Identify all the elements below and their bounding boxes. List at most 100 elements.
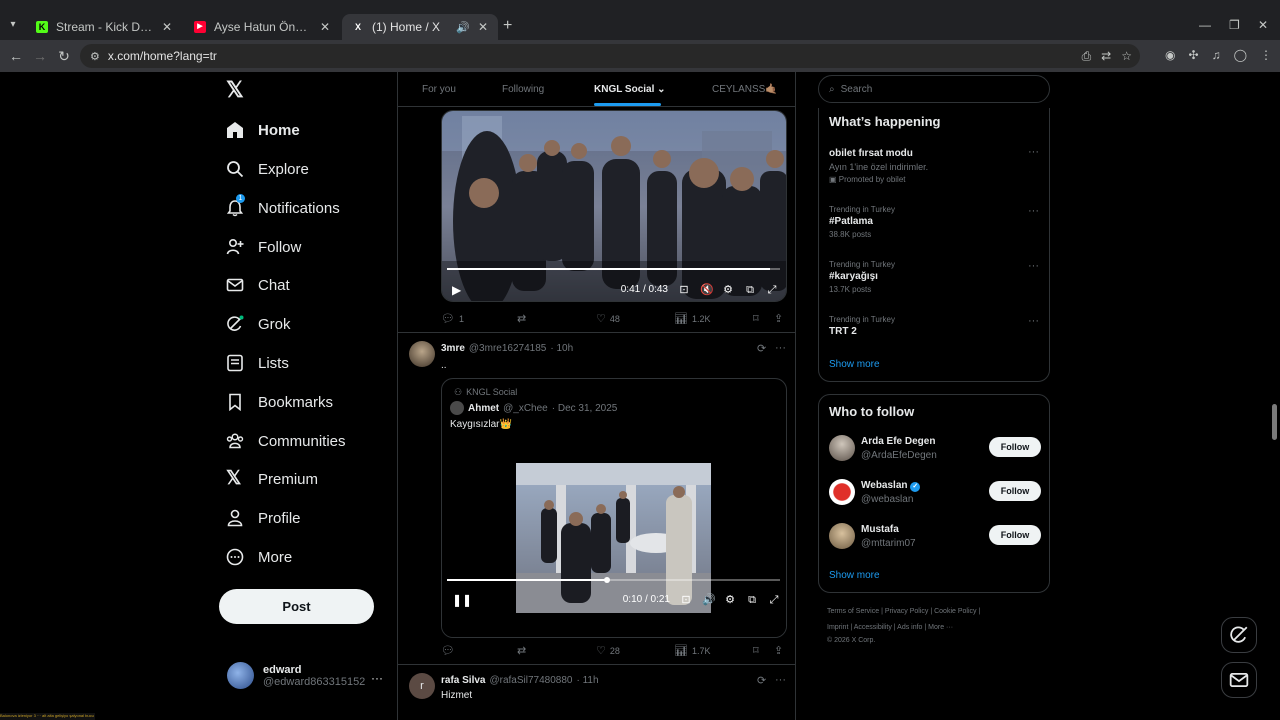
views-button[interactable]: 📊︎ 1.2K (674, 312, 710, 325)
address-bar[interactable]: ⚙ x.com/home?lang=tr ⎙ ⇄ ☆ (80, 44, 1140, 68)
tab-search-icon[interactable]: ▾ (4, 16, 22, 34)
reply-button[interactable]: 💬︎ (441, 644, 455, 657)
nav-notifications[interactable]: 1 Notifications (226, 193, 340, 223)
trend-more-icon[interactable]: ··· (1028, 205, 1039, 217)
nav-grok[interactable]: Grok (226, 309, 291, 339)
browser-tab-kick[interactable]: K Stream - Kick Dashboard ✕ (26, 14, 182, 40)
captions-icon[interactable]: ⊡ (680, 594, 692, 606)
trend-item[interactable]: Trending in Turkey #Patlama 38.8K posts … (829, 205, 1041, 239)
browser-tab-x[interactable]: X (1) Home / X 🔊 ✕ (342, 14, 498, 40)
tab-close-icon[interactable]: ✕ (320, 20, 330, 34)
nav-chat[interactable]: Chat (226, 270, 290, 300)
tweet-time[interactable]: · 11h (576, 675, 598, 686)
tweet-more-icon[interactable]: ··· (775, 342, 786, 354)
volume-icon[interactable]: 🔊 (702, 594, 716, 606)
settings-gear-icon[interactable]: ⚙ (724, 594, 736, 606)
tab-close-icon[interactable]: ✕ (478, 20, 488, 34)
follow-button[interactable]: Follow (989, 525, 1041, 545)
show-more-link[interactable]: Show more (829, 570, 880, 581)
browser-tab-youtube[interactable]: ▶ Ayse Hatun Önal - Olay - YouTube ✕ (184, 14, 340, 40)
minimize-icon[interactable]: — (1199, 18, 1211, 32)
follow-button[interactable]: Follow (989, 481, 1041, 501)
new-tab-icon[interactable]: + (503, 17, 512, 35)
nav-communities[interactable]: Communities (226, 426, 346, 456)
tab-for-you[interactable]: For you (422, 84, 456, 95)
tweet-author-name[interactable]: 3mre (441, 343, 465, 354)
tweet-video-1[interactable]: ▶ 0:41 / 0:43 ⊡ 🔇 ⚙ ⧉ ⤢ (441, 110, 787, 302)
tab-close-icon[interactable]: ✕ (162, 20, 172, 34)
media-control-icon[interactable]: ♫ (1212, 48, 1221, 62)
trend-item[interactable]: Trending in Turkey TRT 2 ··· (829, 315, 1041, 337)
show-more-link[interactable]: Show more (829, 359, 880, 370)
trend-more-icon[interactable]: ··· (1028, 260, 1039, 272)
follow-suggestion[interactable]: Arda Efe Degen @ArdaEfeDegen Follow (829, 435, 1041, 465)
tweet-author-name[interactable]: rafa Silva (441, 675, 485, 686)
video-progress-bar[interactable] (447, 577, 780, 583)
repost-button[interactable]: ⇄ (517, 644, 526, 657)
picture-in-picture-icon[interactable]: ⧉ (746, 594, 758, 606)
tab-ceylanss[interactable]: CEYLANSS🤙🏽 (712, 84, 778, 95)
repost-button[interactable]: ⇄ (517, 312, 526, 325)
messages-floating-button[interactable] (1221, 662, 1257, 698)
back-icon[interactable]: ← (4, 48, 28, 64)
views-button[interactable]: 📊︎ 1.7K (674, 644, 710, 657)
post-button[interactable]: Post (219, 589, 374, 624)
settings-gear-icon[interactable]: ⚙ (722, 284, 734, 296)
share-button[interactable]: ⇪ (774, 312, 783, 325)
video-progress-bar[interactable] (447, 268, 780, 270)
follow-suggestion[interactable]: Webaslan ✓ @webaslan Follow (829, 479, 1041, 509)
tab-kngl-social[interactable]: KNGL Social ⌄ (594, 84, 666, 95)
mute-icon[interactable]: 🔇 (700, 284, 714, 296)
trend-more-icon[interactable]: ··· (1028, 146, 1039, 158)
window-close-icon[interactable]: ✕ (1258, 18, 1268, 32)
like-button[interactable]: ♡ 28 (596, 644, 620, 657)
translate-icon[interactable]: ⇄ (1101, 44, 1111, 68)
nav-home[interactable]: Home (226, 115, 300, 145)
captions-icon[interactable]: ⊡ (678, 284, 690, 296)
play-icon[interactable]: ▶ (452, 283, 461, 297)
picture-in-picture-icon[interactable]: ⧉ (744, 284, 756, 296)
grok-tweet-icon[interactable]: ⟳ (757, 342, 766, 355)
grok-tweet-icon[interactable]: ⟳ (757, 674, 766, 687)
nav-follow[interactable]: Follow (226, 232, 301, 262)
trend-item[interactable]: Trending in Turkey #karyağışı 13.7K post… (829, 260, 1041, 294)
reload-icon[interactable]: ↻ (52, 48, 76, 65)
pause-icon[interactable]: ❚❚ (452, 593, 472, 607)
nav-lists[interactable]: Lists (226, 348, 289, 378)
footer-links[interactable]: Imprint | Accessibility | Ads info | Mor… (827, 624, 953, 631)
restore-icon[interactable]: ❐ (1229, 18, 1240, 32)
trend-item[interactable]: obilet fırsat modu Ayın 1'ine özel indir… (829, 146, 1041, 184)
grok-floating-button[interactable] (1221, 617, 1257, 653)
quoted-tweet[interactable]: ⚇ KNGL Social Ahmet @_xChee · Dec 31, 202… (441, 378, 787, 638)
nav-profile[interactable]: Profile (226, 503, 301, 533)
fullscreen-icon[interactable]: ⤢ (768, 594, 780, 606)
site-info-icon[interactable]: ⚙ (90, 50, 100, 63)
bookmark-button[interactable]: ⌑ (753, 644, 759, 657)
share-button[interactable]: ⇪ (774, 644, 783, 657)
follow-button[interactable]: Follow (989, 437, 1041, 457)
video-scrubber-handle[interactable] (603, 577, 610, 583)
page-scrollbar[interactable] (1272, 404, 1277, 440)
account-switcher[interactable]: edward @edward863315152 (227, 662, 365, 689)
nav-bookmarks[interactable]: Bookmarks (226, 387, 333, 417)
avatar[interactable]: r (409, 673, 435, 699)
x-logo-icon[interactable]: 𝕏 (226, 79, 246, 101)
forward-icon[interactable]: → (28, 48, 52, 64)
reply-button[interactable]: 💬︎ 1 (441, 312, 464, 325)
bookmark-button[interactable]: ⌑ (753, 312, 759, 325)
tweet-author-handle[interactable]: @3mre16274185 (469, 343, 546, 354)
profile-icon[interactable]: ◯ (1234, 48, 1247, 62)
account-more-icon[interactable]: ··· (371, 671, 383, 685)
tweet-time[interactable]: · 10h (550, 343, 573, 354)
extension-icon[interactable]: ◉ (1165, 48, 1175, 62)
fullscreen-icon[interactable]: ⤢ (766, 284, 778, 296)
tweet-author-handle[interactable]: @rafaSil77480880 (489, 675, 572, 686)
nav-explore[interactable]: Explore (226, 154, 309, 184)
tweet-more-icon[interactable]: ··· (775, 674, 786, 686)
browser-menu-icon[interactable]: ⋮ (1260, 48, 1272, 62)
search-input[interactable]: ⌕ Search (818, 75, 1050, 103)
footer-links[interactable]: Terms of Service | Privacy Policy | Cook… (827, 608, 980, 615)
follow-suggestion[interactable]: Mustafa @mttarim07 Follow (829, 523, 1041, 553)
bookmark-star-icon[interactable]: ☆ (1121, 44, 1132, 68)
quote-video[interactable]: ❚❚ 0:10 / 0:21 ⊡ 🔊 ⚙ ⧉ ⤢ (442, 441, 786, 637)
